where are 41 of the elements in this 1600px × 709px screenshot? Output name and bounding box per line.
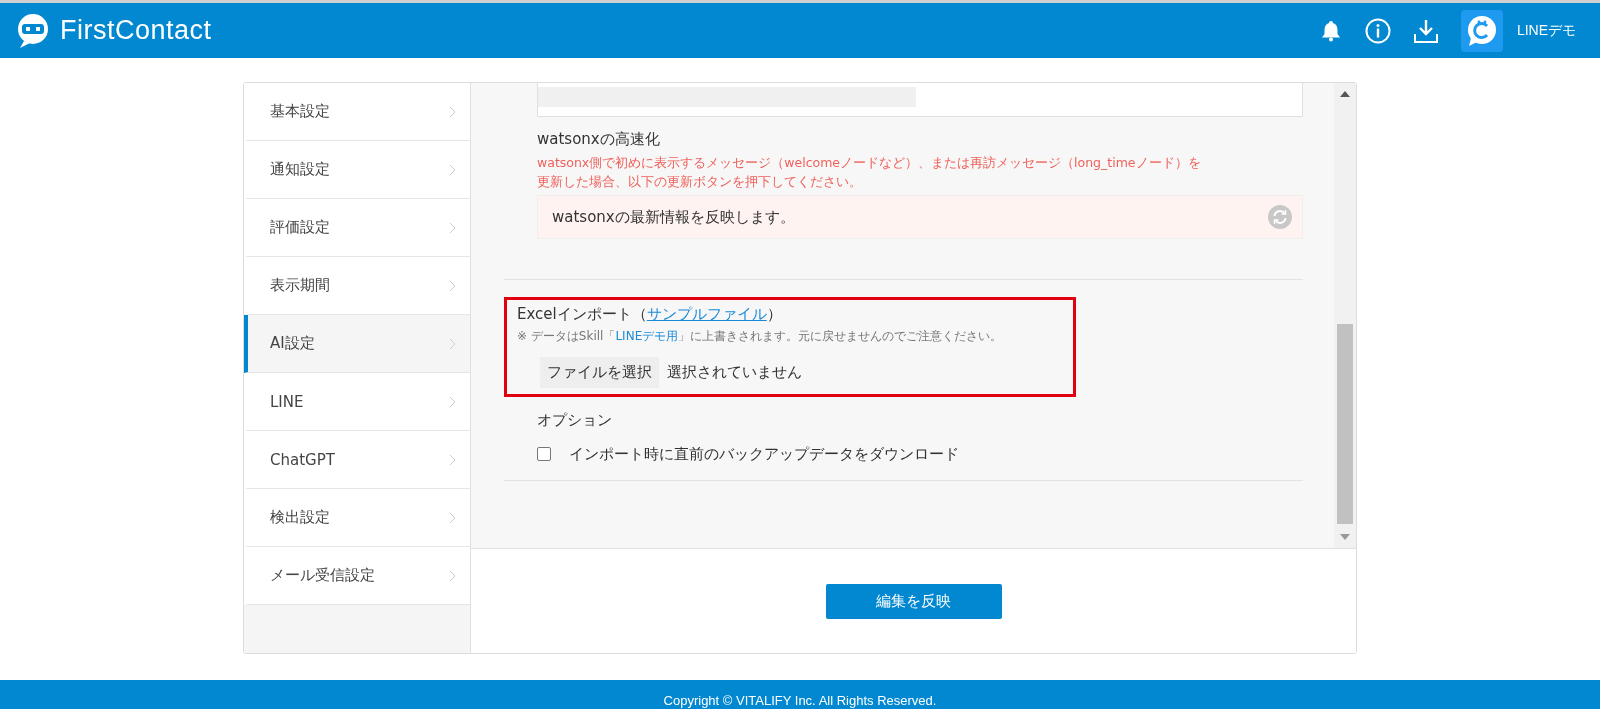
options-title: オプション — [537, 411, 613, 430]
import-label: Excelインポート（サンプルファイル） — [517, 305, 783, 324]
chevron-right-icon — [449, 279, 456, 292]
scrollbar[interactable] — [1334, 83, 1356, 548]
input-field[interactable] — [537, 83, 1303, 117]
sidebar-item[interactable]: 基本設定 — [244, 83, 470, 141]
copyright-text: Copyright © VITALIFY Inc. All Rights Reserved. — [663, 693, 937, 709]
download-icon[interactable] — [1412, 17, 1439, 44]
account-name[interactable]: LINEデモ — [1516, 21, 1576, 40]
section-title: watsonxの高速化 — [537, 130, 661, 149]
sample-file-link[interactable]: サンプルファイル — [646, 305, 767, 323]
scroll-up-arrow-icon[interactable] — [1340, 91, 1350, 97]
import-note: ※ データはSkill「LINEデモ用」に上書きされます。元に戻せませんのでご注意ください。 — [517, 328, 1004, 345]
chevron-right-icon — [449, 105, 456, 118]
choose-file-button[interactable]: ファイルを選択 — [540, 357, 659, 388]
sidebar-item[interactable]: 表示期間 — [244, 257, 470, 315]
warning-text: watsonx側で初めに表示するメッセージ（welcomeノードなど）、または再訪メッセージ（long_timeノード）を更新した場合、以下の更新ボタンを押下してください。 — [537, 154, 1202, 191]
sidebar-item[interactable]: 通知設定 — [244, 141, 470, 199]
chevron-right-icon — [449, 511, 456, 524]
chevron-right-icon — [449, 163, 456, 176]
chevron-right-icon — [449, 569, 456, 582]
info-icon[interactable] — [1364, 17, 1391, 44]
apply-edits-button[interactable]: 編集を反映 — [825, 584, 1002, 619]
scroll-down-arrow-icon[interactable] — [1340, 534, 1350, 540]
chevron-right-icon — [449, 337, 456, 350]
sidebar-item[interactable]: AI設定 — [244, 315, 470, 373]
checkbox[interactable] — [537, 447, 551, 461]
sidebar-item[interactable]: 検出設定 — [244, 489, 470, 547]
chevron-right-icon — [449, 221, 456, 234]
avatar-icon[interactable] — [1460, 9, 1503, 52]
file-status: 選択されていません — [667, 363, 802, 382]
app-logo-text: FirstContact — [60, 15, 212, 46]
sidebar-item[interactable]: 評価設定 — [244, 199, 470, 257]
sidebar-item[interactable]: LINE — [244, 373, 470, 431]
refresh-field-text: watsonxの最新情報を反映します。 — [552, 207, 796, 227]
chevron-right-icon — [449, 395, 456, 408]
skill-link[interactable]: LINEデモ用 — [615, 329, 679, 343]
checkbox-label: インポート時に直前のバックアップデータをダウンロード — [569, 444, 959, 464]
sidebar-item[interactable]: ChatGPT — [244, 431, 470, 489]
chevron-right-icon — [449, 453, 456, 466]
sidebar-item[interactable]: メール受信設定 — [244, 547, 470, 605]
